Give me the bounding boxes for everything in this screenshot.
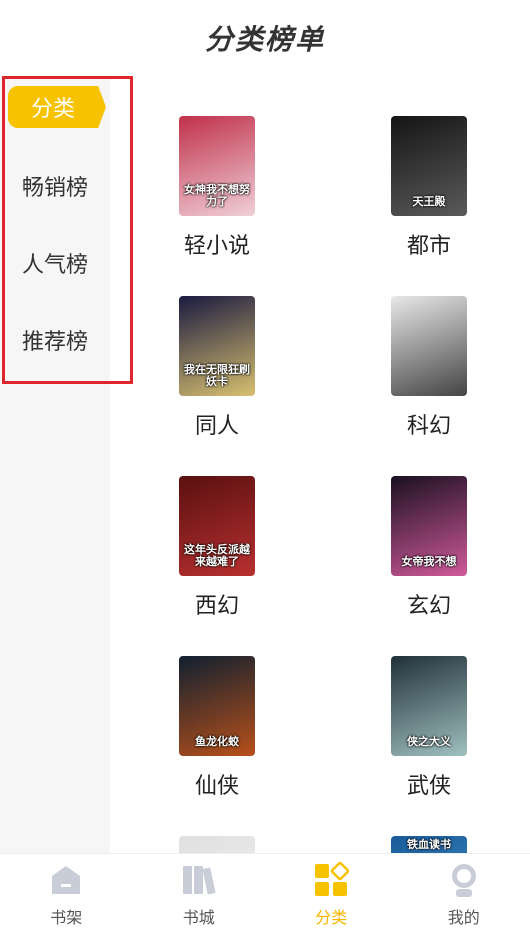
category-item[interactable]: 女神我不想努力了 轻小说 xyxy=(157,116,277,260)
book-cover: 铁血读书 xyxy=(391,836,467,853)
sidebar-item-label: 人气榜 xyxy=(22,247,88,279)
sidebar: 分类 畅销榜 人气榜 推荐榜 xyxy=(0,76,110,853)
book-cover: 侠之大义 xyxy=(391,656,467,756)
category-item[interactable]: 天王殿 都市 xyxy=(369,116,489,260)
category-label: 同人 xyxy=(195,408,239,440)
tab-label: 我的 xyxy=(448,904,480,928)
category-grid: 女神我不想努力了 轻小说 天王殿 都市 我在无限狂刷妖卡 同人 科幻 这年头反派… xyxy=(110,76,530,853)
category-item[interactable]: 铁血读书 xyxy=(369,836,489,853)
sidebar-item-label: 分类 xyxy=(31,91,75,123)
book-cover: 鱼龙化蛟 xyxy=(179,656,255,756)
category-item[interactable]: 这年头反派越来越难了 西幻 xyxy=(157,476,277,620)
cover-title: 女神我不想努力了 xyxy=(181,184,253,208)
tab-label: 分类 xyxy=(315,904,347,928)
category-item[interactable] xyxy=(157,836,277,853)
book-cover: 天王殿 xyxy=(391,116,467,216)
bookshelf-icon xyxy=(48,862,84,898)
category-label: 科幻 xyxy=(407,408,451,440)
cover-title: 女帝我不想 xyxy=(393,556,465,568)
sidebar-item-label: 畅销榜 xyxy=(22,170,88,202)
sidebar-item-popular[interactable]: 人气榜 xyxy=(0,240,110,286)
sidebar-item-recommended[interactable]: 推荐榜 xyxy=(0,317,110,363)
tab-label: 书城 xyxy=(183,904,215,928)
book-cover: 女帝我不想 xyxy=(391,476,467,576)
tab-category[interactable]: 分类 xyxy=(265,854,398,926)
tab-bookshelf[interactable]: 书架 xyxy=(0,854,133,926)
book-cover xyxy=(179,836,255,853)
page-header: 分类榜单 xyxy=(0,0,530,76)
category-icon xyxy=(313,862,349,898)
tab-bookstore[interactable]: 书城 xyxy=(133,854,266,926)
bottom-tab-bar: 书架 书城 分类 我的 xyxy=(0,853,530,926)
category-item[interactable]: 我在无限狂刷妖卡 同人 xyxy=(157,296,277,440)
cover-title: 我在无限狂刷妖卡 xyxy=(181,364,253,388)
tab-profile[interactable]: 我的 xyxy=(398,854,530,926)
category-label: 玄幻 xyxy=(407,588,451,620)
category-label: 仙侠 xyxy=(195,768,239,800)
category-label: 西幻 xyxy=(195,588,239,620)
cover-title: 铁血读书 xyxy=(393,839,465,851)
book-cover: 女神我不想努力了 xyxy=(179,116,255,216)
cover-title: 这年头反派越来越难了 xyxy=(181,544,253,568)
category-item[interactable]: 女帝我不想 玄幻 xyxy=(369,476,489,620)
category-item[interactable]: 侠之大义 武侠 xyxy=(369,656,489,800)
book-cover: 这年头反派越来越难了 xyxy=(179,476,255,576)
category-label: 都市 xyxy=(407,228,451,260)
cover-title: 鱼龙化蛟 xyxy=(181,736,253,748)
category-item[interactable]: 鱼龙化蛟 仙侠 xyxy=(157,656,277,800)
tab-label: 书架 xyxy=(50,904,82,928)
bookstore-icon xyxy=(181,862,217,898)
category-label: 武侠 xyxy=(407,768,451,800)
cover-title: 侠之大义 xyxy=(393,736,465,748)
book-cover: 我在无限狂刷妖卡 xyxy=(179,296,255,396)
cover-title: 天王殿 xyxy=(393,196,465,208)
sidebar-item-bestseller[interactable]: 畅销榜 xyxy=(0,163,110,209)
book-cover xyxy=(391,296,467,396)
sidebar-item-category[interactable]: 分类 xyxy=(8,86,106,128)
category-label: 轻小说 xyxy=(184,228,250,260)
profile-icon xyxy=(446,862,482,898)
category-item[interactable]: 科幻 xyxy=(369,296,489,440)
page-title: 分类榜单 xyxy=(205,18,325,58)
sidebar-item-label: 推荐榜 xyxy=(22,324,88,356)
